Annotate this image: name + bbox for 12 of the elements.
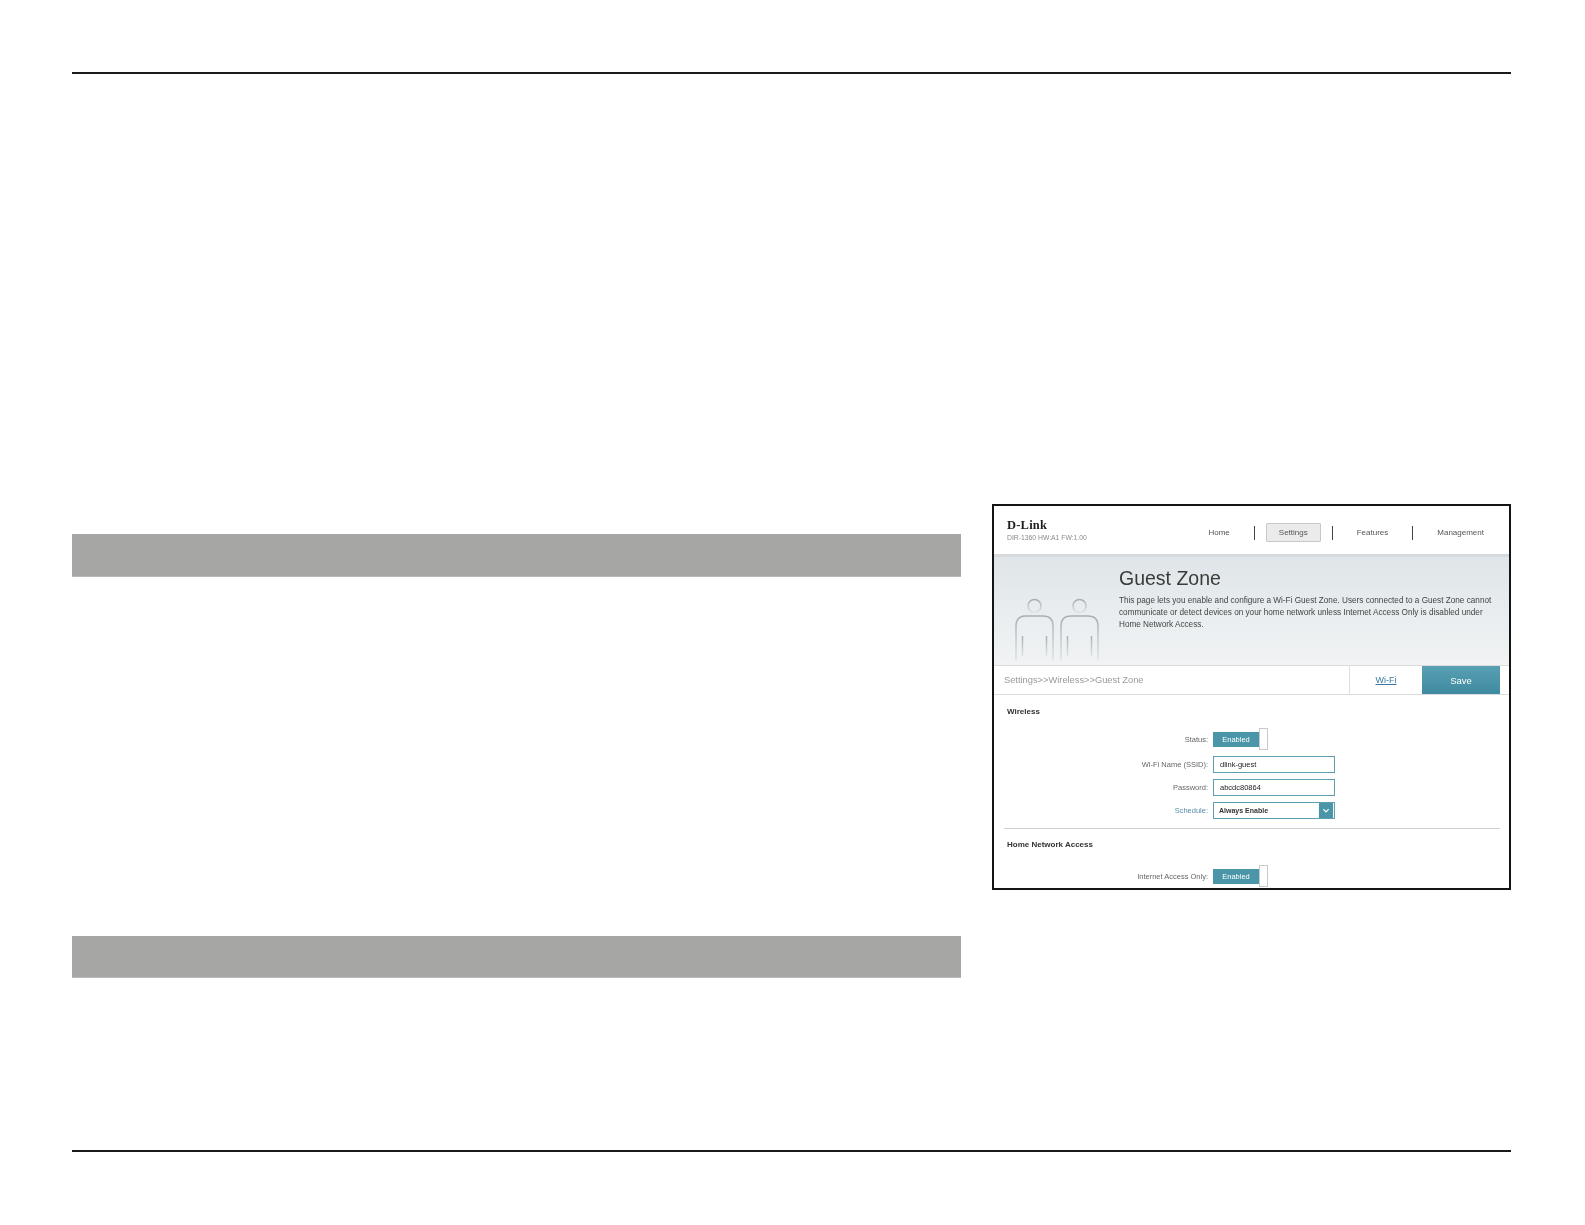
chevron-down-icon <box>1318 803 1334 818</box>
breadcrumb: Settings>>Wireless>>Guest Zone <box>1003 675 1145 685</box>
nav-tab[interactable]: Features <box>1343 523 1402 542</box>
page-title: Guest Zone <box>1119 567 1222 590</box>
section-heading: Wireless <box>1006 707 1041 717</box>
people-icon <box>1012 596 1102 660</box>
page-description: This page lets you enable and configure a Wi-Fi Guest Zone. Users connected to a Guest Zone cannot communicate or detect devices on your home network unless Internet Access Only is disabled under Home Network Access. <box>1119 595 1493 631</box>
logo: D-Link <box>1007 519 1049 532</box>
nav-tab[interactable]: Management <box>1424 523 1497 542</box>
nav-tab[interactable]: Settings <box>1265 523 1321 542</box>
nav-tab[interactable]: Home <box>1195 523 1243 542</box>
section-heading: Home Network Access <box>1006 840 1094 850</box>
